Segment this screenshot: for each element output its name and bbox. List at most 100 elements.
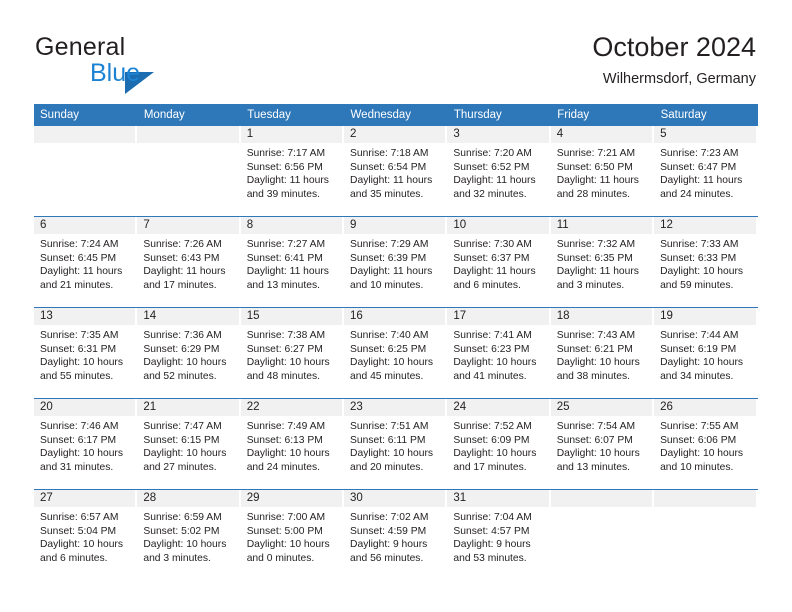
sunrise-text: Sunrise: 7:04 AM — [453, 512, 532, 523]
daylight-text: Daylight: 10 hours and 3 minutes. — [143, 539, 227, 564]
calendar-cell-inner: 11 Sunrise: 7:32 AM Sunset: 6:35 PM Dayligh… — [550, 217, 655, 307]
day-number: 7 — [137, 217, 241, 234]
calendar-cell-day[interactable]: 4 Sunrise: 7:21 AM Sunset: 6:50 PM Daylight… — [550, 126, 655, 217]
day-details: Sunrise: 7:36 AM Sunset: 6:29 PM Daylight:… — [137, 325, 240, 383]
sunset-text: Sunset: 6:56 PM — [246, 161, 323, 173]
calendar-cell-inner: 17 Sunrise: 7:41 AM Sunset: 6:23 PM Dayligh… — [447, 308, 551, 398]
day-number: 27 — [34, 490, 138, 507]
sunset-text: Sunset: 6:29 PM — [143, 343, 220, 355]
calendar-cell-inner: 1 Sunrise: 7:17 AM Sunset: 6:56 PM Daylight… — [240, 126, 345, 216]
daylight-text: Daylight: 11 hours and 24 minutes. — [660, 175, 743, 200]
sunset-text: Sunset: 6:17 PM — [40, 434, 117, 446]
day-details: Sunrise: 7:24 AM Sunset: 6:45 PM Daylight:… — [34, 234, 137, 292]
day-details: Sunrise: 7:38 AM Sunset: 6:27 PM Daylight:… — [241, 325, 344, 383]
calendar-cell-day[interactable]: 23 Sunrise: 7:51 AM Sunset: 6:11 PM Dayligh… — [344, 398, 448, 490]
sunset-text: Sunset: 4:59 PM — [350, 525, 427, 537]
calendar-cell-day[interactable]: 29 Sunrise: 7:00 AM Sunset: 5:00 PM Dayligh… — [240, 489, 345, 580]
calendar-cell-day[interactable]: 16 Sunrise: 7:40 AM Sunset: 6:25 PM Dayligh… — [344, 307, 448, 399]
day-details: Sunrise: 7:23 AM Sunset: 6:47 PM Daylight:… — [654, 143, 757, 201]
daylight-text: Daylight: 11 hours and 10 minutes. — [350, 266, 433, 291]
calendar-cell-day[interactable]: 3 Sunrise: 7:20 AM Sunset: 6:52 PM Daylight… — [447, 126, 551, 217]
calendar-cell-day[interactable]: 28 Sunrise: 6:59 AM Sunset: 5:02 PM Dayligh… — [137, 489, 241, 580]
calendar-cell-inner: 4 Sunrise: 7:21 AM Sunset: 6:50 PM Daylight… — [550, 126, 655, 216]
day-details: Sunrise: 7:43 AM Sunset: 6:21 PM Daylight:… — [551, 325, 654, 383]
calendar-cell-day[interactable]: 19 Sunrise: 7:44 AM Sunset: 6:19 PM Dayligh… — [654, 307, 758, 399]
day-number: 31 — [447, 490, 551, 507]
brand-name-blue: Blue — [90, 59, 141, 87]
day-details: Sunrise: 7:20 AM Sunset: 6:52 PM Daylight:… — [447, 143, 550, 201]
calendar-cell-day[interactable]: 12 Sunrise: 7:33 AM Sunset: 6:33 PM Dayligh… — [654, 216, 758, 308]
calendar-cell-inner: 19 Sunrise: 7:44 AM Sunset: 6:19 PM Dayligh… — [654, 308, 758, 398]
calendar-cell-empty — [550, 489, 655, 580]
page-subtitle: Wilhermsdorf, Germany — [602, 71, 756, 87]
day-number: 10 — [447, 217, 551, 234]
calendar-cell-day[interactable]: 6 Sunrise: 7:24 AM Sunset: 6:45 PM Daylight… — [34, 216, 138, 308]
calendar-cell-day[interactable]: 15 Sunrise: 7:38 AM Sunset: 6:27 PM Dayligh… — [240, 307, 345, 399]
calendar-cell-day[interactable]: 31 Sunrise: 7:04 AM Sunset: 4:57 PM Dayligh… — [447, 489, 551, 580]
calendar-cell-inner: 10 Sunrise: 7:30 AM Sunset: 6:37 PM Dayligh… — [447, 217, 551, 307]
day-number — [654, 490, 758, 507]
calendar-cell-day[interactable]: 11 Sunrise: 7:32 AM Sunset: 6:35 PM Dayligh… — [550, 216, 655, 308]
calendar-cell-day[interactable]: 5 Sunrise: 7:23 AM Sunset: 6:47 PM Daylight… — [654, 126, 758, 217]
sunrise-text: Sunrise: 7:00 AM — [246, 512, 326, 523]
calendar-cell-inner: 7 Sunrise: 7:26 AM Sunset: 6:43 PM Daylight… — [137, 217, 241, 307]
daylight-text: Daylight: 11 hours and 35 minutes. — [350, 175, 433, 200]
calendar-cell-day[interactable]: 13 Sunrise: 7:35 AM Sunset: 6:31 PM Dayligh… — [34, 307, 138, 399]
calendar-cell-day[interactable]: 27 Sunrise: 6:57 AM Sunset: 5:04 PM Dayligh… — [34, 489, 138, 580]
calendar-cell-day[interactable]: 14 Sunrise: 7:36 AM Sunset: 6:29 PM Dayligh… — [137, 307, 241, 399]
calendar-cell-day[interactable]: 2 Sunrise: 7:18 AM Sunset: 6:54 PM Daylight… — [344, 126, 448, 217]
day-details: Sunrise: 7:33 AM Sunset: 6:33 PM Daylight:… — [654, 234, 757, 292]
daylight-text: Daylight: 10 hours and 0 minutes. — [246, 539, 330, 564]
calendar-cell-day[interactable]: 10 Sunrise: 7:30 AM Sunset: 6:37 PM Dayligh… — [447, 216, 551, 308]
calendar-cell-day[interactable]: 26 Sunrise: 7:55 AM Sunset: 6:06 PM Dayligh… — [654, 398, 758, 490]
calendar-body: 1 Sunrise: 7:17 AM Sunset: 6:56 PM Daylight… — [34, 126, 758, 580]
calendar-cell-day[interactable]: 25 Sunrise: 7:54 AM Sunset: 6:07 PM Dayligh… — [550, 398, 655, 490]
sunrise-text: Sunrise: 7:52 AM — [453, 421, 532, 432]
sunrise-text: Sunrise: 7:32 AM — [556, 239, 636, 250]
day-details: Sunrise: 7:26 AM Sunset: 6:43 PM Daylight:… — [137, 234, 240, 292]
sunset-text: Sunset: 6:06 PM — [660, 434, 737, 446]
day-details: Sunrise: 7:00 AM Sunset: 5:00 PM Daylight:… — [241, 507, 344, 565]
calendar-cell-day[interactable]: 7 Sunrise: 7:26 AM Sunset: 6:43 PM Daylight… — [137, 216, 241, 308]
day-number — [34, 126, 138, 143]
calendar-cell-day[interactable]: 17 Sunrise: 7:41 AM Sunset: 6:23 PM Dayligh… — [447, 307, 551, 399]
calendar-cell-day[interactable]: 20 Sunrise: 7:46 AM Sunset: 6:17 PM Dayligh… — [34, 398, 138, 490]
sunset-text: Sunset: 5:04 PM — [40, 525, 117, 537]
calendar-cell-day[interactable]: 21 Sunrise: 7:47 AM Sunset: 6:15 PM Dayligh… — [137, 398, 241, 490]
sunset-text: Sunset: 6:37 PM — [453, 252, 530, 264]
sunrise-text: Sunrise: 7:44 AM — [660, 330, 739, 341]
day-details: Sunrise: 7:47 AM Sunset: 6:15 PM Daylight:… — [137, 416, 240, 474]
calendar-cell-inner: 8 Sunrise: 7:27 AM Sunset: 6:41 PM Daylight… — [240, 217, 345, 307]
calendar-cell-inner: 25 Sunrise: 7:54 AM Sunset: 6:07 PM Dayligh… — [550, 399, 655, 489]
calendar-cell-day[interactable]: 9 Sunrise: 7:29 AM Sunset: 6:39 PM Daylight… — [344, 216, 448, 308]
sunrise-text: Sunrise: 6:57 AM — [40, 512, 119, 523]
daylight-text: Daylight: 9 hours and 53 minutes. — [453, 539, 531, 564]
calendar-cell-day[interactable]: 24 Sunrise: 7:52 AM Sunset: 6:09 PM Dayligh… — [447, 398, 551, 490]
calendar-cell-day[interactable]: 18 Sunrise: 7:43 AM Sunset: 6:21 PM Dayligh… — [550, 307, 655, 399]
calendar-cell-inner: 28 Sunrise: 6:59 AM Sunset: 5:02 PM Dayligh… — [137, 490, 241, 580]
calendar-cell-inner: 23 Sunrise: 7:51 AM Sunset: 6:11 PM Dayligh… — [344, 399, 448, 489]
calendar-cell-inner — [654, 490, 758, 580]
day-details — [551, 507, 654, 511]
brand-logo[interactable]: General Blue — [35, 33, 265, 94]
calendar-cell-day[interactable]: 8 Sunrise: 7:27 AM Sunset: 6:41 PM Daylight… — [240, 216, 345, 308]
day-details: Sunrise: 7:46 AM Sunset: 6:17 PM Daylight:… — [34, 416, 137, 474]
sunset-text: Sunset: 6:19 PM — [660, 343, 737, 355]
calendar-cell-inner: 16 Sunrise: 7:40 AM Sunset: 6:25 PM Dayligh… — [344, 308, 448, 398]
calendar-week-row: 20 Sunrise: 7:46 AM Sunset: 6:17 PM Dayligh… — [34, 398, 758, 490]
calendar-cell-inner: 29 Sunrise: 7:00 AM Sunset: 5:00 PM Dayligh… — [240, 490, 345, 580]
day-number: 20 — [34, 399, 138, 416]
calendar-cell-day[interactable]: 1 Sunrise: 7:17 AM Sunset: 6:56 PM Daylight… — [240, 126, 345, 217]
sunset-text: Sunset: 6:47 PM — [660, 161, 737, 173]
sunset-text: Sunset: 6:25 PM — [350, 343, 427, 355]
daylight-text: Daylight: 10 hours and 52 minutes. — [143, 357, 227, 382]
day-number — [137, 126, 241, 143]
daylight-text: Daylight: 10 hours and 34 minutes. — [660, 357, 744, 382]
daylight-text: Daylight: 10 hours and 59 minutes. — [660, 266, 744, 291]
calendar-cell-day[interactable]: 30 Sunrise: 7:02 AM Sunset: 4:59 PM Dayligh… — [344, 489, 448, 580]
day-details: Sunrise: 6:59 AM Sunset: 5:02 PM Daylight:… — [137, 507, 240, 565]
weekday-header-monday: Monday — [137, 104, 242, 126]
daylight-text: Daylight: 10 hours and 55 minutes. — [40, 357, 123, 382]
calendar-cell-day[interactable]: 22 Sunrise: 7:49 AM Sunset: 6:13 PM Dayligh… — [240, 398, 345, 490]
sunrise-text: Sunrise: 7:38 AM — [246, 330, 326, 341]
